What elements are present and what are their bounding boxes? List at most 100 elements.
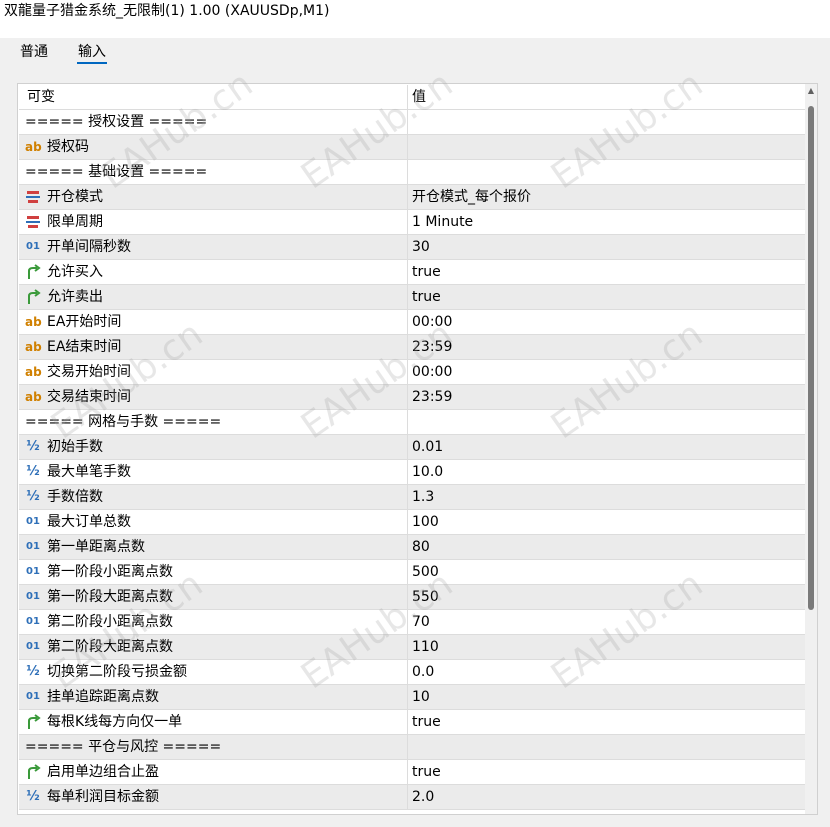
variable-cell: ===== 基础设置 ===== bbox=[19, 160, 408, 184]
variable-cell: ½ 最大单笔手数 bbox=[19, 460, 408, 484]
table-row[interactable]: ab 交易结束时间 23:59 bbox=[19, 385, 805, 410]
value-cell[interactable]: 1.3 bbox=[412, 485, 434, 509]
integer-icon: 01 bbox=[26, 616, 40, 627]
variable-label: 授权码 bbox=[47, 139, 89, 155]
variable-cell: ab 交易结束时间 bbox=[19, 385, 408, 409]
variable-label: 初始手数 bbox=[47, 439, 103, 455]
scroll-thumb[interactable] bbox=[808, 106, 814, 610]
section-label: ===== 网格与手数 ===== bbox=[25, 414, 222, 430]
tab-bar: 普通 输入 bbox=[0, 38, 830, 68]
variable-label: 限单周期 bbox=[47, 214, 103, 230]
table-row[interactable]: 01 最大订单总数 100 bbox=[19, 510, 805, 535]
value-cell[interactable]: true bbox=[412, 760, 441, 784]
value-cell[interactable]: 30 bbox=[412, 235, 430, 259]
variable-cell: 每根K线每方向仅一单 bbox=[19, 710, 408, 734]
value-cell[interactable]: 80 bbox=[412, 535, 430, 559]
tab-common[interactable]: 普通 bbox=[19, 42, 49, 62]
table-row[interactable]: ===== 网格与手数 ===== bbox=[19, 410, 805, 435]
variable-label: 开单间隔秒数 bbox=[47, 239, 131, 255]
variable-label: EA开始时间 bbox=[47, 314, 122, 330]
value-cell[interactable]: 开仓模式_每个报价 bbox=[412, 185, 531, 209]
variable-label: 启用单边组合止盈 bbox=[47, 764, 159, 780]
variable-cell: 01 最大订单总数 bbox=[19, 510, 408, 534]
table-row[interactable]: ===== 基础设置 ===== bbox=[19, 160, 805, 185]
value-cell[interactable]: 110 bbox=[412, 635, 439, 659]
value-cell[interactable]: true bbox=[412, 260, 441, 284]
table-row[interactable]: 01 第一阶段小距离点数 500 bbox=[19, 560, 805, 585]
table-row[interactable]: 01 第一单距离点数 80 bbox=[19, 535, 805, 560]
table-row[interactable]: 限单周期 1 Minute bbox=[19, 210, 805, 235]
variable-label: 交易开始时间 bbox=[47, 364, 131, 380]
value-cell[interactable]: 550 bbox=[412, 585, 439, 609]
variable-cell: ab 授权码 bbox=[19, 135, 408, 159]
value-cell[interactable]: 23:59 bbox=[412, 385, 452, 409]
integer-icon: 01 bbox=[26, 691, 40, 702]
table-row[interactable]: 01 开单间隔秒数 30 bbox=[19, 235, 805, 260]
variable-label: 最大订单总数 bbox=[47, 514, 131, 530]
table-row[interactable]: 01 第二阶段大距离点数 110 bbox=[19, 635, 805, 660]
variable-label: 每单利润目标金额 bbox=[47, 789, 159, 805]
variable-cell: 允许买入 bbox=[19, 260, 408, 284]
integer-icon: 01 bbox=[26, 541, 40, 552]
string-icon: ab bbox=[25, 390, 42, 404]
table-row[interactable]: ab 交易开始时间 00:00 bbox=[19, 360, 805, 385]
value-cell[interactable]: 23:59 bbox=[412, 335, 452, 359]
table-row[interactable]: ½ 初始手数 0.01 bbox=[19, 435, 805, 460]
table-row[interactable]: ===== 平仓与风控 ===== bbox=[19, 735, 805, 760]
value-cell[interactable]: 00:00 bbox=[412, 310, 452, 334]
string-icon: ab bbox=[25, 340, 42, 354]
table-row[interactable]: 允许买入 true bbox=[19, 260, 805, 285]
table-row[interactable]: ab EA开始时间 00:00 bbox=[19, 310, 805, 335]
variable-label: 每根K线每方向仅一单 bbox=[47, 714, 183, 730]
value-cell[interactable]: 500 bbox=[412, 560, 439, 584]
double-icon: ½ bbox=[26, 664, 40, 679]
variable-cell: 01 第二阶段小距离点数 bbox=[19, 610, 408, 634]
table-row[interactable]: 每根K线每方向仅一单 true bbox=[19, 710, 805, 735]
window-title: 双龍量子猎金系统_无限制(1) 1.00 (XAUUSDp,M1) bbox=[4, 3, 330, 19]
string-icon: ab bbox=[25, 140, 42, 154]
table-row[interactable]: 01 第一阶段大距离点数 550 bbox=[19, 585, 805, 610]
table-row[interactable]: ½ 每单利润目标金额 2.0 bbox=[19, 785, 805, 810]
integer-icon: 01 bbox=[26, 516, 40, 527]
value-cell[interactable]: 70 bbox=[412, 610, 430, 634]
table-row[interactable]: ½ 手数倍数 1.3 bbox=[19, 485, 805, 510]
table-row[interactable]: ===== 授权设置 ===== bbox=[19, 110, 805, 135]
string-icon: ab bbox=[25, 365, 42, 379]
double-icon: ½ bbox=[26, 489, 40, 504]
table-row[interactable]: ab EA结束时间 23:59 bbox=[19, 335, 805, 360]
double-icon: ½ bbox=[26, 464, 40, 479]
window-titlebar: 双龍量子猎金系统_无限制(1) 1.00 (XAUUSDp,M1) bbox=[0, 0, 830, 38]
enum-icon bbox=[25, 210, 41, 234]
table-row[interactable]: 01 第二阶段小距离点数 70 bbox=[19, 610, 805, 635]
value-cell[interactable]: 10 bbox=[412, 685, 430, 709]
vertical-scrollbar[interactable]: ▲ bbox=[805, 84, 817, 814]
value-cell[interactable]: 0.0 bbox=[412, 660, 434, 684]
variable-cell: 01 第一单距离点数 bbox=[19, 535, 408, 559]
table-header-row: 可变 值 bbox=[19, 85, 805, 110]
table-row[interactable]: 开仓模式 开仓模式_每个报价 bbox=[19, 185, 805, 210]
variable-label: 第一阶段大距离点数 bbox=[47, 589, 173, 605]
table-row[interactable]: ab 授权码 bbox=[19, 135, 805, 160]
table-row[interactable]: 启用单边组合止盈 true bbox=[19, 760, 805, 785]
table-row[interactable]: 允许卖出 true bbox=[19, 285, 805, 310]
value-cell[interactable]: 2.0 bbox=[412, 785, 434, 809]
section-label: ===== 平仓与风控 ===== bbox=[25, 739, 222, 755]
variable-cell: 启用单边组合止盈 bbox=[19, 760, 408, 784]
table-row[interactable]: ½ 最大单笔手数 10.0 bbox=[19, 460, 805, 485]
bool-icon bbox=[25, 260, 41, 284]
variable-cell: ===== 平仓与风控 ===== bbox=[19, 735, 408, 759]
tab-inputs[interactable]: 输入 bbox=[77, 42, 107, 64]
value-cell[interactable]: true bbox=[412, 285, 441, 309]
value-cell[interactable]: true bbox=[412, 710, 441, 734]
table-row[interactable]: 01 挂单追踪距离点数 10 bbox=[19, 685, 805, 710]
table-row[interactable]: ½ 切换第二阶段亏损金额 0.0 bbox=[19, 660, 805, 685]
value-cell[interactable]: 00:00 bbox=[412, 360, 452, 384]
enum-icon bbox=[25, 185, 41, 209]
scroll-up-arrow-icon[interactable]: ▲ bbox=[807, 87, 815, 95]
header-variable-label: 可变 bbox=[27, 89, 55, 105]
value-cell[interactable]: 0.01 bbox=[412, 435, 443, 459]
value-cell[interactable]: 10.0 bbox=[412, 460, 443, 484]
variable-cell: ab EA结束时间 bbox=[19, 335, 408, 359]
value-cell[interactable]: 1 Minute bbox=[412, 210, 473, 234]
value-cell[interactable]: 100 bbox=[412, 510, 439, 534]
